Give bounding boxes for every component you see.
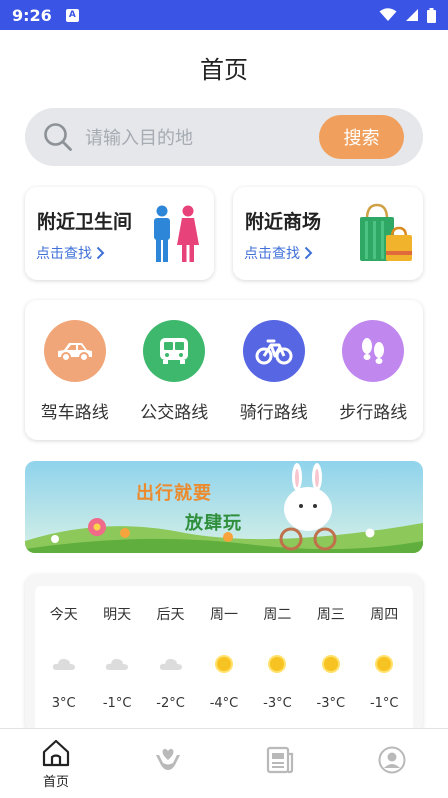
sunny-icon bbox=[268, 655, 287, 673]
bus-icon bbox=[160, 338, 189, 364]
weather-day-5: 周三 -3°C bbox=[304, 586, 357, 734]
route-walk-circle bbox=[342, 320, 405, 382]
weather-temp: 3°C bbox=[51, 696, 76, 711]
weather-temp: -1°C bbox=[102, 696, 132, 711]
status-time: 9:26 bbox=[12, 5, 52, 25]
route-options: 驾车路线 公交路线 骑行路线 步行路线 bbox=[25, 300, 423, 423]
bicycle-icon bbox=[255, 339, 293, 365]
sunny-icon bbox=[321, 655, 340, 673]
route-drive-label: 驾车路线 bbox=[40, 403, 109, 423]
weather-day-4: 周二 -3°C bbox=[251, 586, 304, 734]
route-bus-circle bbox=[143, 320, 206, 382]
restroom-icon bbox=[154, 205, 199, 262]
tab-profile[interactable] bbox=[336, 729, 448, 798]
cloudy-icon bbox=[159, 658, 182, 670]
banner-illustration bbox=[25, 461, 423, 553]
search-input[interactable]: 请输入目的地 bbox=[85, 124, 193, 150]
route-bus-label: 公交路线 bbox=[140, 403, 209, 423]
weather-day-0: 今天 3°C bbox=[37, 586, 90, 734]
battery-icon bbox=[427, 7, 436, 23]
weather-temp: -3°C bbox=[316, 696, 346, 711]
weather-day-3: 周一 -4°C bbox=[197, 586, 250, 734]
nearby-restroom-card[interactable]: 附近卫生间 点击查找 bbox=[25, 187, 214, 280]
route-cycling-circle bbox=[242, 320, 305, 382]
search-button[interactable]: 搜索 bbox=[319, 115, 404, 159]
route-walk-label: 步行路线 bbox=[339, 403, 408, 423]
bottom-tab-bar: 首页 bbox=[0, 728, 448, 798]
cloudy-icon bbox=[52, 658, 75, 670]
route-options-card: 驾车路线 公交路线 骑行路线 步行路线 bbox=[25, 300, 423, 440]
footprints-icon bbox=[362, 338, 385, 364]
weather-temp: -3°C bbox=[263, 696, 292, 711]
nearby-restroom-link[interactable]: 点击查找 bbox=[36, 243, 105, 263]
weather-temp: -1°C bbox=[369, 696, 399, 711]
route-cycling[interactable]: 骑行路线 bbox=[226, 320, 322, 423]
tab-home-label: 首页 bbox=[42, 775, 69, 790]
weather-day-label: 周三 bbox=[316, 607, 345, 623]
route-walk[interactable]: 步行路线 bbox=[325, 320, 421, 423]
shopping-bags-icon bbox=[360, 203, 412, 261]
weather-day-label: 周二 bbox=[263, 607, 292, 623]
sunny-icon bbox=[214, 655, 233, 673]
weather-temp: -4°C bbox=[209, 696, 239, 711]
user-profile-icon bbox=[378, 746, 406, 774]
news-icon bbox=[266, 746, 294, 774]
nearby-mall-link-text: 点击查找 bbox=[244, 246, 300, 262]
car-icon bbox=[57, 343, 92, 362]
chevron-right-icon bbox=[304, 246, 313, 260]
tab-news[interactable] bbox=[224, 729, 336, 798]
status-indicators bbox=[379, 7, 436, 23]
route-drive[interactable]: 驾车路线 bbox=[27, 320, 123, 423]
promo-banner[interactable]: 出行就要 放肆玩 bbox=[25, 461, 423, 553]
nearby-mall-title: 附近商场 bbox=[245, 211, 322, 233]
weather-day-label: 后天 bbox=[156, 607, 185, 623]
route-bus[interactable]: 公交路线 bbox=[126, 320, 222, 423]
weather-day-label: 明天 bbox=[103, 607, 132, 623]
sunny-icon bbox=[375, 655, 394, 673]
cloudy-icon bbox=[105, 658, 129, 670]
a-notification-icon: A bbox=[65, 8, 79, 22]
weather-forecast-card: 今天 3°C 明天 -1°C 后天 -2°C 周一 -4°C 周二 -3°C 周… bbox=[25, 574, 423, 734]
nearby-mall-link[interactable]: 点击查找 bbox=[244, 243, 313, 263]
wifi-icon bbox=[379, 8, 397, 21]
chevron-right-icon bbox=[96, 246, 105, 260]
banner-title-line1: 出行就要 bbox=[136, 483, 212, 504]
weather-forecast: 今天 3°C 明天 -1°C 后天 -2°C 周一 -4°C 周二 -3°C 周… bbox=[35, 586, 413, 734]
weather-day-label: 周一 bbox=[209, 607, 238, 623]
weather-day-label: 今天 bbox=[49, 607, 78, 623]
route-cycling-label: 骑行路线 bbox=[239, 403, 308, 423]
weather-temp: -2°C bbox=[156, 696, 185, 711]
route-drive-circle bbox=[43, 320, 106, 382]
nearby-restroom-title: 附近卫生间 bbox=[37, 211, 133, 233]
weather-day-6: 周四 -1°C bbox=[358, 586, 411, 734]
search-bar[interactable]: 请输入目的地 搜索 bbox=[25, 108, 423, 166]
nearby-restroom-link-text: 点击查找 bbox=[36, 246, 92, 262]
search-icon bbox=[44, 123, 72, 151]
cellular-signal-icon bbox=[406, 9, 418, 21]
heart-hands-icon bbox=[156, 748, 180, 770]
tab-care[interactable] bbox=[112, 729, 224, 798]
weather-day-label: 周四 bbox=[370, 607, 399, 623]
page-title: 首页 bbox=[200, 56, 248, 84]
home-icon bbox=[42, 739, 70, 767]
tab-home[interactable]: 首页 bbox=[0, 729, 112, 798]
banner-title-line2: 放肆玩 bbox=[185, 513, 242, 534]
nearby-mall-card[interactable]: 附近商场 点击查找 bbox=[233, 187, 423, 280]
status-bar: 9:26 A bbox=[0, 0, 448, 30]
weather-day-1: 明天 -1°C bbox=[90, 586, 143, 734]
weather-day-2: 后天 -2°C bbox=[144, 586, 197, 734]
